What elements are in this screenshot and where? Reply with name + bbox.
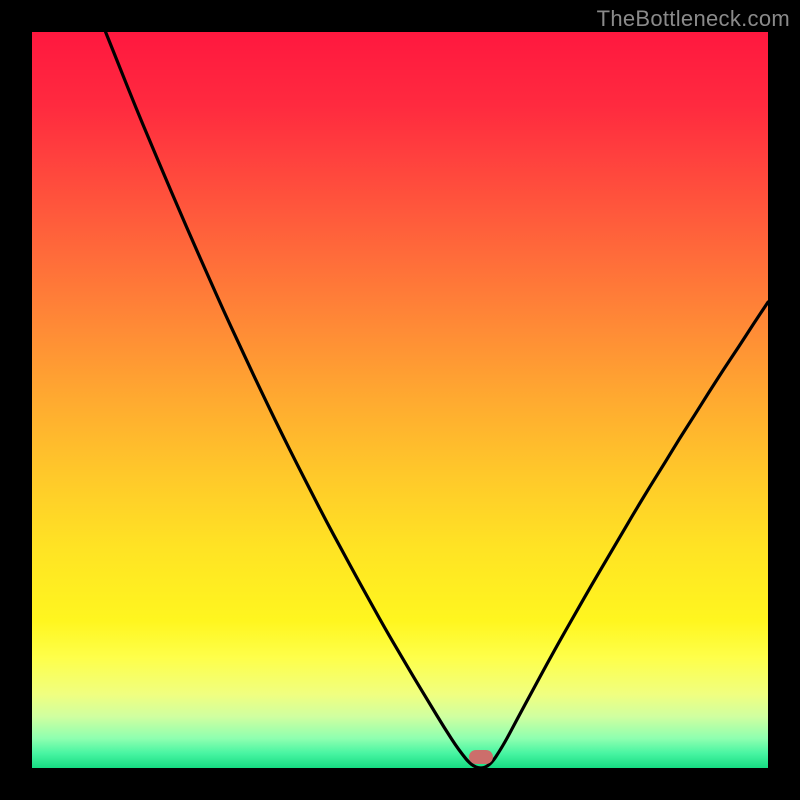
chart-svg xyxy=(32,32,768,768)
gradient-background xyxy=(32,32,768,768)
watermark-text: TheBottleneck.com xyxy=(597,6,790,32)
optimal-marker xyxy=(469,750,493,764)
chart-frame: TheBottleneck.com xyxy=(0,0,800,800)
plot-area xyxy=(32,32,768,768)
